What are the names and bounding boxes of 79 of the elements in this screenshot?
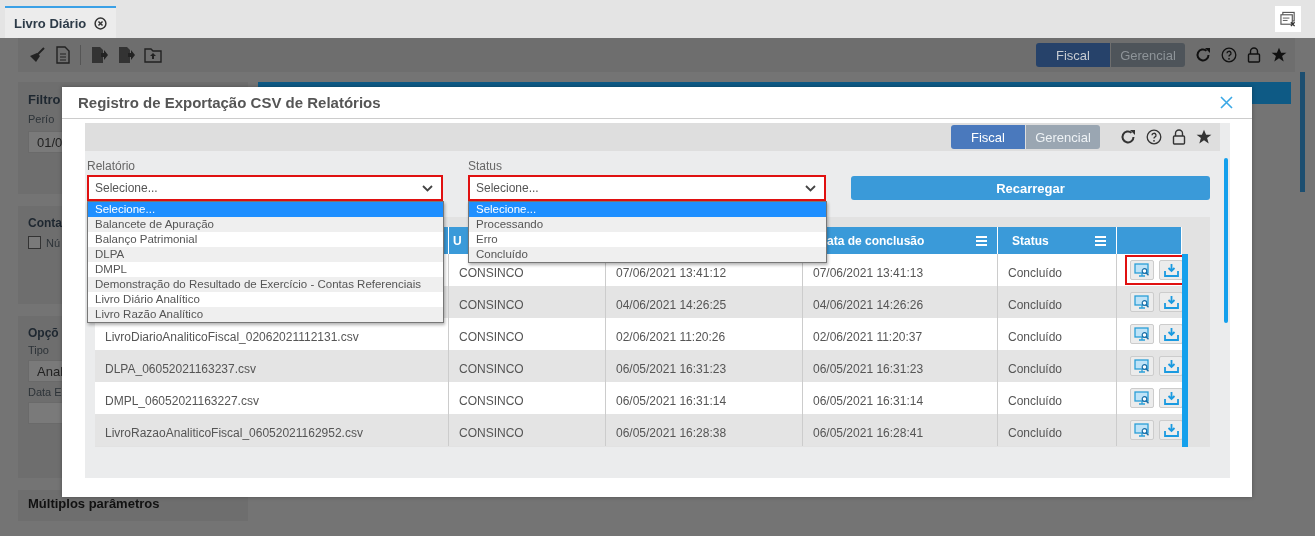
chevron-down-icon	[422, 184, 433, 192]
chevron-down-icon	[805, 184, 816, 192]
download-icon	[1163, 263, 1179, 277]
download-icon	[1163, 423, 1179, 437]
scrollbar[interactable]	[1182, 254, 1188, 447]
download-icon	[1163, 391, 1179, 405]
folder-upload-icon[interactable]	[144, 47, 162, 63]
field-label: Relatório	[87, 159, 137, 173]
download-icon	[1163, 295, 1179, 309]
download-button[interactable]	[1159, 292, 1183, 312]
dropdown-option[interactable]: Balanço Patrimonial	[88, 232, 443, 247]
select-field[interactable]: Selecione...	[468, 175, 826, 201]
dropdown-option[interactable]: DLPA	[88, 247, 443, 262]
scrollbar[interactable]	[1300, 72, 1305, 192]
file-export-icon[interactable]	[90, 46, 108, 64]
preview-button[interactable]	[1130, 292, 1154, 312]
monitor-search-icon	[1134, 262, 1150, 278]
checkbox-label: Nú	[46, 236, 61, 249]
dropdown-option[interactable]: Livro Razão Analítico	[88, 307, 443, 322]
field-label: Status	[468, 159, 504, 173]
preview-button[interactable]	[1130, 324, 1154, 344]
download-button[interactable]	[1159, 356, 1183, 376]
mode-tab[interactable]: Fiscal	[951, 125, 1025, 149]
document-icon[interactable]	[55, 46, 71, 64]
download-button[interactable]	[1159, 420, 1183, 440]
dropdown-option[interactable]: Demonstração do Resultado de Exercício - Contas Referenciais	[88, 277, 443, 292]
download-button[interactable]	[1159, 324, 1183, 344]
field-label: Tipo	[28, 344, 49, 356]
document-tab[interactable]: Livro Diário	[5, 6, 117, 38]
monitor-search-icon	[1134, 422, 1150, 438]
scrollbar[interactable]	[1224, 158, 1228, 323]
download-icon	[1163, 359, 1179, 373]
checkbox[interactable]	[28, 236, 41, 249]
dropdown-option[interactable]: Livro Diário Analítico	[88, 292, 443, 307]
card-title: Opçõ	[28, 326, 59, 340]
refresh-icon[interactable]	[1120, 129, 1136, 145]
table-cell: Concluído	[998, 414, 1117, 446]
header-label: Status	[1012, 233, 1049, 248]
field-label: Data E	[28, 386, 62, 398]
preview-button[interactable]	[1130, 420, 1154, 440]
preview-button[interactable]	[1130, 260, 1154, 280]
monitor-search-icon	[1134, 358, 1150, 374]
table-cell: 06/05/2021 16:28:41	[803, 414, 998, 446]
help-icon[interactable]	[1146, 129, 1162, 145]
file-export-icon[interactable]	[117, 46, 135, 64]
field-label: Perío	[28, 113, 55, 125]
dialog-title: Registro de Exportação CSV de Relatórios	[78, 94, 381, 111]
tab-label: Livro Diário	[14, 15, 87, 31]
preview-button[interactable]	[1130, 356, 1154, 376]
dropdown-option[interactable]: Balancete de Apuração	[88, 217, 443, 232]
mode-tab[interactable]: Fiscal	[1036, 43, 1110, 67]
broom-icon[interactable]	[28, 46, 46, 64]
close-windows-button[interactable]	[1275, 6, 1301, 32]
menu-icon[interactable]	[1095, 235, 1106, 246]
monitor-search-icon	[1134, 326, 1150, 342]
dropdown-option[interactable]: Concluído	[469, 247, 826, 262]
download-icon	[1163, 327, 1179, 341]
table-cell: 06/05/2021 16:28:38	[606, 414, 803, 446]
close-icon[interactable]	[94, 16, 108, 30]
card-title: Múltiplos parâmetros	[28, 496, 160, 511]
dropdown-option[interactable]: DMPL	[88, 262, 443, 277]
download-button[interactable]	[1159, 388, 1183, 408]
monitor-search-icon	[1134, 390, 1150, 406]
card-title: Conta	[28, 216, 62, 230]
preview-button[interactable]	[1130, 388, 1154, 408]
download-button[interactable]	[1159, 260, 1183, 280]
star-icon[interactable]	[1271, 47, 1287, 63]
header-label: ata de conclusão	[827, 233, 925, 248]
card-title: Filtro	[28, 92, 61, 107]
table-cell: CONSINCO	[449, 414, 606, 446]
menu-icon[interactable]	[976, 235, 987, 246]
windows-close-icon	[1279, 10, 1297, 28]
monitor-search-icon	[1134, 294, 1150, 310]
dropdown-option[interactable]: Processando	[469, 217, 826, 232]
table-cell: LivroRazaoAnaliticoFiscal_06052021162952.csv	[95, 414, 449, 446]
select-field[interactable]: Selecione...	[87, 175, 443, 201]
lock-icon[interactable]	[1172, 129, 1186, 145]
star-icon[interactable]	[1196, 129, 1212, 145]
header-label: U	[453, 233, 462, 248]
